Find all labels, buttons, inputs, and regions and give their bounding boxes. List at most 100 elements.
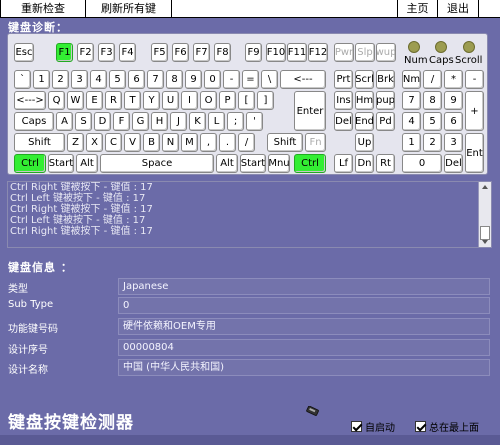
key-9[interactable]: 9 [185, 70, 202, 89]
key-l[interactable]: L [208, 112, 225, 131]
key-num-5[interactable]: 5 [423, 112, 442, 131]
key-arrow-down[interactable]: Dn [355, 154, 374, 173]
key-event-log[interactable]: Ctrl Right 键被按下 - 键值 : 17 Ctrl Left 键被按下… [7, 181, 492, 248]
key-y[interactable]: Y [143, 91, 160, 110]
key-e[interactable]: E [86, 91, 103, 110]
autostart-checkbox[interactable]: 自启动 [351, 419, 395, 434]
key-print-screen[interactable]: Prt [334, 70, 353, 89]
recheck-button[interactable]: 重新检查 [0, 0, 86, 17]
key-esc[interactable]: Esc [14, 43, 34, 62]
key-w[interactable]: W [67, 91, 84, 110]
key-backtick[interactable]: ` [14, 70, 31, 89]
key-g[interactable]: G [132, 112, 149, 131]
scroll-up-icon[interactable] [482, 185, 488, 189]
key-s[interactable]: S [75, 112, 92, 131]
key-c[interactable]: C [105, 133, 122, 152]
key-d[interactable]: D [94, 112, 111, 131]
key-arrow-right[interactable]: Rt [376, 154, 395, 173]
key-8[interactable]: 8 [166, 70, 183, 89]
key-period[interactable]: . [219, 133, 236, 152]
key-t[interactable]: T [124, 91, 141, 110]
key-f[interactable]: F [113, 112, 130, 131]
always-on-top-checkbox[interactable]: 总在最上面 [415, 419, 479, 434]
key-arrow-up[interactable]: Up [355, 133, 374, 152]
key-f1[interactable]: F1 [56, 43, 73, 62]
key-x[interactable]: X [86, 133, 103, 152]
refresh-all-keys-button[interactable]: 刷新所有键 [86, 0, 172, 17]
key-f7[interactable]: F7 [193, 43, 210, 62]
key-wake-up[interactable]: wup [376, 43, 396, 62]
key-page-down[interactable]: Pd [376, 112, 395, 131]
scroll-thumb[interactable] [480, 226, 490, 240]
key-3[interactable]: 3 [71, 70, 88, 89]
key-left-start[interactable]: Start [48, 154, 74, 173]
key-caps-lock[interactable]: Caps [14, 112, 54, 131]
key-f10[interactable]: F10 [266, 43, 286, 62]
key-num-lock[interactable]: Nm [402, 70, 421, 89]
key-left-ctrl[interactable]: Ctrl [14, 154, 46, 173]
key-num-7[interactable]: 7 [402, 91, 421, 110]
key-1[interactable]: 1 [33, 70, 50, 89]
key-fn[interactable]: Fn [305, 133, 326, 152]
key-right-ctrl[interactable]: Ctrl [294, 154, 326, 173]
key-left-alt[interactable]: Alt [76, 154, 98, 173]
key-2[interactable]: 2 [52, 70, 69, 89]
key-num-2[interactable]: 2 [423, 133, 442, 152]
key-f4[interactable]: F4 [119, 43, 136, 62]
key-k[interactable]: K [189, 112, 206, 131]
key-f2[interactable]: F2 [77, 43, 94, 62]
key-right-alt[interactable]: Alt [216, 154, 238, 173]
key-f5[interactable]: F5 [151, 43, 168, 62]
key-minus[interactable]: - [223, 70, 240, 89]
key-a[interactable]: A [56, 112, 73, 131]
key-backslash[interactable]: \ [261, 70, 278, 89]
key-left-bracket[interactable]: [ [238, 91, 255, 110]
key-num-4[interactable]: 4 [402, 112, 421, 131]
key-num-6[interactable]: 6 [444, 112, 463, 131]
key-sleep[interactable]: Slp [355, 43, 375, 62]
key-scroll-lock[interactable]: Scrl [355, 70, 374, 89]
key-m[interactable]: M [181, 133, 198, 152]
key-space[interactable]: Space [100, 154, 214, 173]
key-u[interactable]: U [162, 91, 179, 110]
key-num-minus[interactable]: - [465, 70, 484, 89]
key-right-bracket[interactable]: ] [257, 91, 274, 110]
key-left-shift[interactable]: Shift [14, 133, 65, 152]
key-backspace[interactable]: <--- [280, 70, 326, 89]
key-num-divide[interactable]: / [423, 70, 442, 89]
key-delete[interactable]: Del [334, 112, 353, 131]
key-f9[interactable]: F9 [245, 43, 262, 62]
key-insert[interactable]: Ins [334, 91, 353, 110]
scroll-down-icon[interactable] [482, 240, 488, 244]
key-right-shift[interactable]: Shift [267, 133, 303, 152]
exit-button[interactable]: 退出 [438, 0, 479, 17]
key-p[interactable]: P [219, 91, 236, 110]
key-i[interactable]: I [181, 91, 198, 110]
key-f12[interactable]: F12 [308, 43, 328, 62]
log-scrollbar[interactable] [478, 182, 491, 247]
key-semicolon[interactable]: ; [227, 112, 244, 131]
key-j[interactable]: J [170, 112, 187, 131]
key-quote[interactable]: ' [246, 112, 263, 131]
key-num-multiply[interactable]: * [444, 70, 463, 89]
key-h[interactable]: H [151, 112, 168, 131]
key-num-9[interactable]: 9 [444, 91, 463, 110]
key-num-0[interactable]: 0 [402, 154, 442, 173]
key-power[interactable]: Pwr [334, 43, 354, 62]
key-z[interactable]: Z [67, 133, 84, 152]
key-f6[interactable]: F6 [172, 43, 189, 62]
key-num-delete[interactable]: Del [444, 154, 463, 173]
key-n[interactable]: N [162, 133, 179, 152]
key-equals[interactable]: = [242, 70, 259, 89]
home-button[interactable]: 主页 [397, 0, 438, 17]
key-5[interactable]: 5 [109, 70, 126, 89]
key-r[interactable]: R [105, 91, 122, 110]
key-num-8[interactable]: 8 [423, 91, 442, 110]
key-v[interactable]: V [124, 133, 141, 152]
key-num-1[interactable]: 1 [402, 133, 421, 152]
key-f3[interactable]: F3 [98, 43, 115, 62]
key-f11[interactable]: F11 [287, 43, 307, 62]
key-0[interactable]: 0 [204, 70, 221, 89]
key-b[interactable]: B [143, 133, 160, 152]
key-break[interactable]: Brk [376, 70, 395, 89]
